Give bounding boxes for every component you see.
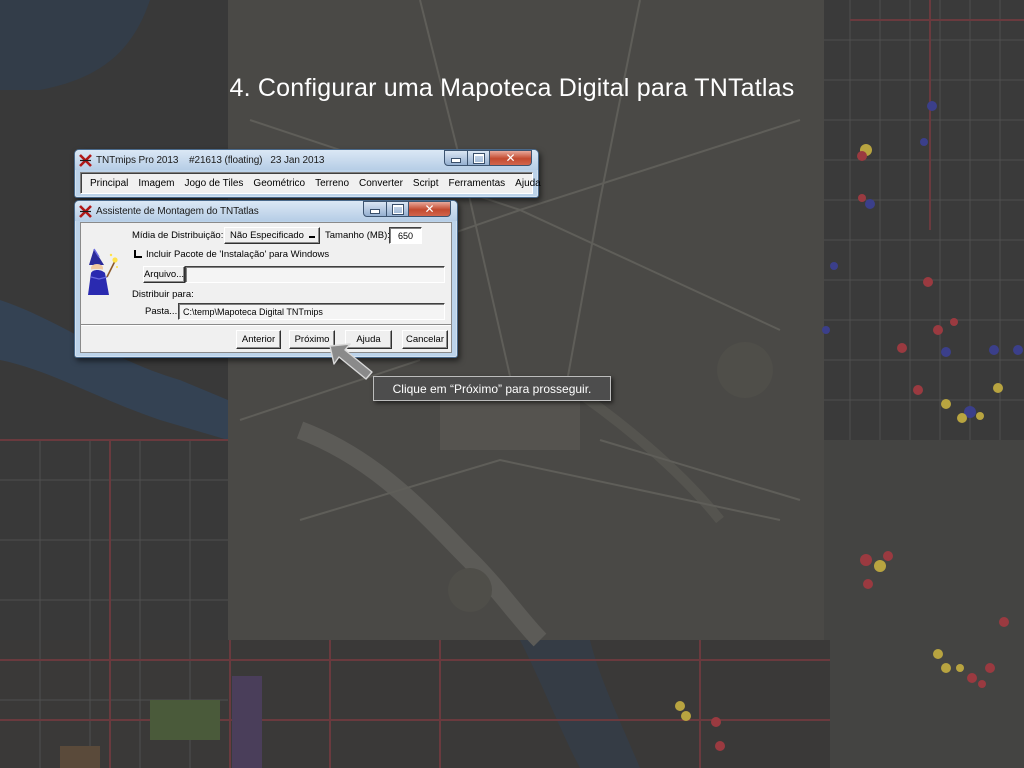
folder-button[interactable]: Pasta... <box>145 306 177 317</box>
tntatlas-wizard-dialog: Assistente de Montagem do TNTatlas ✕ Míd… <box>74 200 458 358</box>
media-dropdown[interactable]: Não Especificado <box>224 227 320 244</box>
file-button[interactable]: Arquivo... <box>143 266 185 283</box>
size-input[interactable]: 650 <box>389 227 422 244</box>
main-menu-bar: Principal Imagem Jogo de Tiles Geométric… <box>80 172 541 194</box>
menu-terreno[interactable]: Terreno <box>310 178 354 189</box>
wizard-client-area: Mídia de Distribuição: Não Especificado … <box>80 222 452 353</box>
size-label: Tamanho (MB): <box>325 230 390 241</box>
back-button[interactable]: Anterior <box>236 330 281 349</box>
dropdown-indicator-icon <box>309 236 315 238</box>
minimize-button[interactable] <box>444 150 468 166</box>
maximize-icon <box>392 204 403 214</box>
include-package-label: Incluir Pacote de 'Instalação' para Wind… <box>146 249 330 260</box>
wizard-title-bar[interactable]: Assistente de Montagem do TNTatlas ✕ <box>75 201 457 221</box>
menu-converter[interactable]: Converter <box>354 178 408 189</box>
file-path-input[interactable] <box>185 266 445 283</box>
maximize-icon <box>473 153 484 163</box>
tntmips-app-icon <box>79 204 92 218</box>
tntmips-main-window: TNTmips Pro 2013 #21613 (floating) 23 Ja… <box>74 149 541 198</box>
main-title-bar[interactable]: TNTmips Pro 2013 #21613 (floating) 23 Ja… <box>75 150 538 170</box>
menu-imagem[interactable]: Imagem <box>133 178 179 189</box>
menu-geometrico[interactable]: Geométrico <box>248 178 310 189</box>
callout-arrow-icon <box>329 343 373 380</box>
slide-title: 4. Configurar uma Mapoteca Digital para … <box>229 74 795 102</box>
close-icon: ✕ <box>505 151 516 165</box>
wizard-minimize-button[interactable] <box>363 201 387 217</box>
menu-principal[interactable]: Principal <box>85 178 133 189</box>
distribute-label: Distribuir para: <box>132 289 194 300</box>
minimize-icon <box>451 158 461 163</box>
wizard-mascot-icon <box>88 248 118 295</box>
cancel-button[interactable]: Cancelar <box>402 330 448 349</box>
include-package-checkbox[interactable] <box>134 250 142 258</box>
wizard-maximize-button[interactable] <box>387 201 409 217</box>
menu-jogo-de-tiles[interactable]: Jogo de Tiles <box>179 178 248 189</box>
menu-ajuda[interactable]: Ajuda <box>510 178 546 189</box>
wizard-close-button[interactable]: ✕ <box>409 201 451 217</box>
maximize-button[interactable] <box>468 150 490 166</box>
wizard-window-title: Assistente de Montagem do TNTatlas <box>96 205 259 217</box>
button-row-separator <box>81 324 451 326</box>
media-dropdown-value: Não Especificado <box>230 230 304 241</box>
tntmips-app-icon <box>79 153 92 167</box>
media-label: Mídia de Distribuição: <box>132 230 224 241</box>
menu-ferramentas[interactable]: Ferramentas <box>443 178 510 189</box>
close-button[interactable]: ✕ <box>490 150 532 166</box>
main-window-title: TNTmips Pro 2013 #21613 (floating) 23 Ja… <box>96 154 325 166</box>
menu-script[interactable]: Script <box>408 178 444 189</box>
folder-path-input[interactable]: C:\temp\Mapoteca Digital TNTmips <box>178 303 445 320</box>
minimize-icon <box>370 209 380 214</box>
instruction-callout: Clique em “Próximo” para prosseguir. <box>373 376 611 401</box>
close-icon: ✕ <box>424 202 435 216</box>
